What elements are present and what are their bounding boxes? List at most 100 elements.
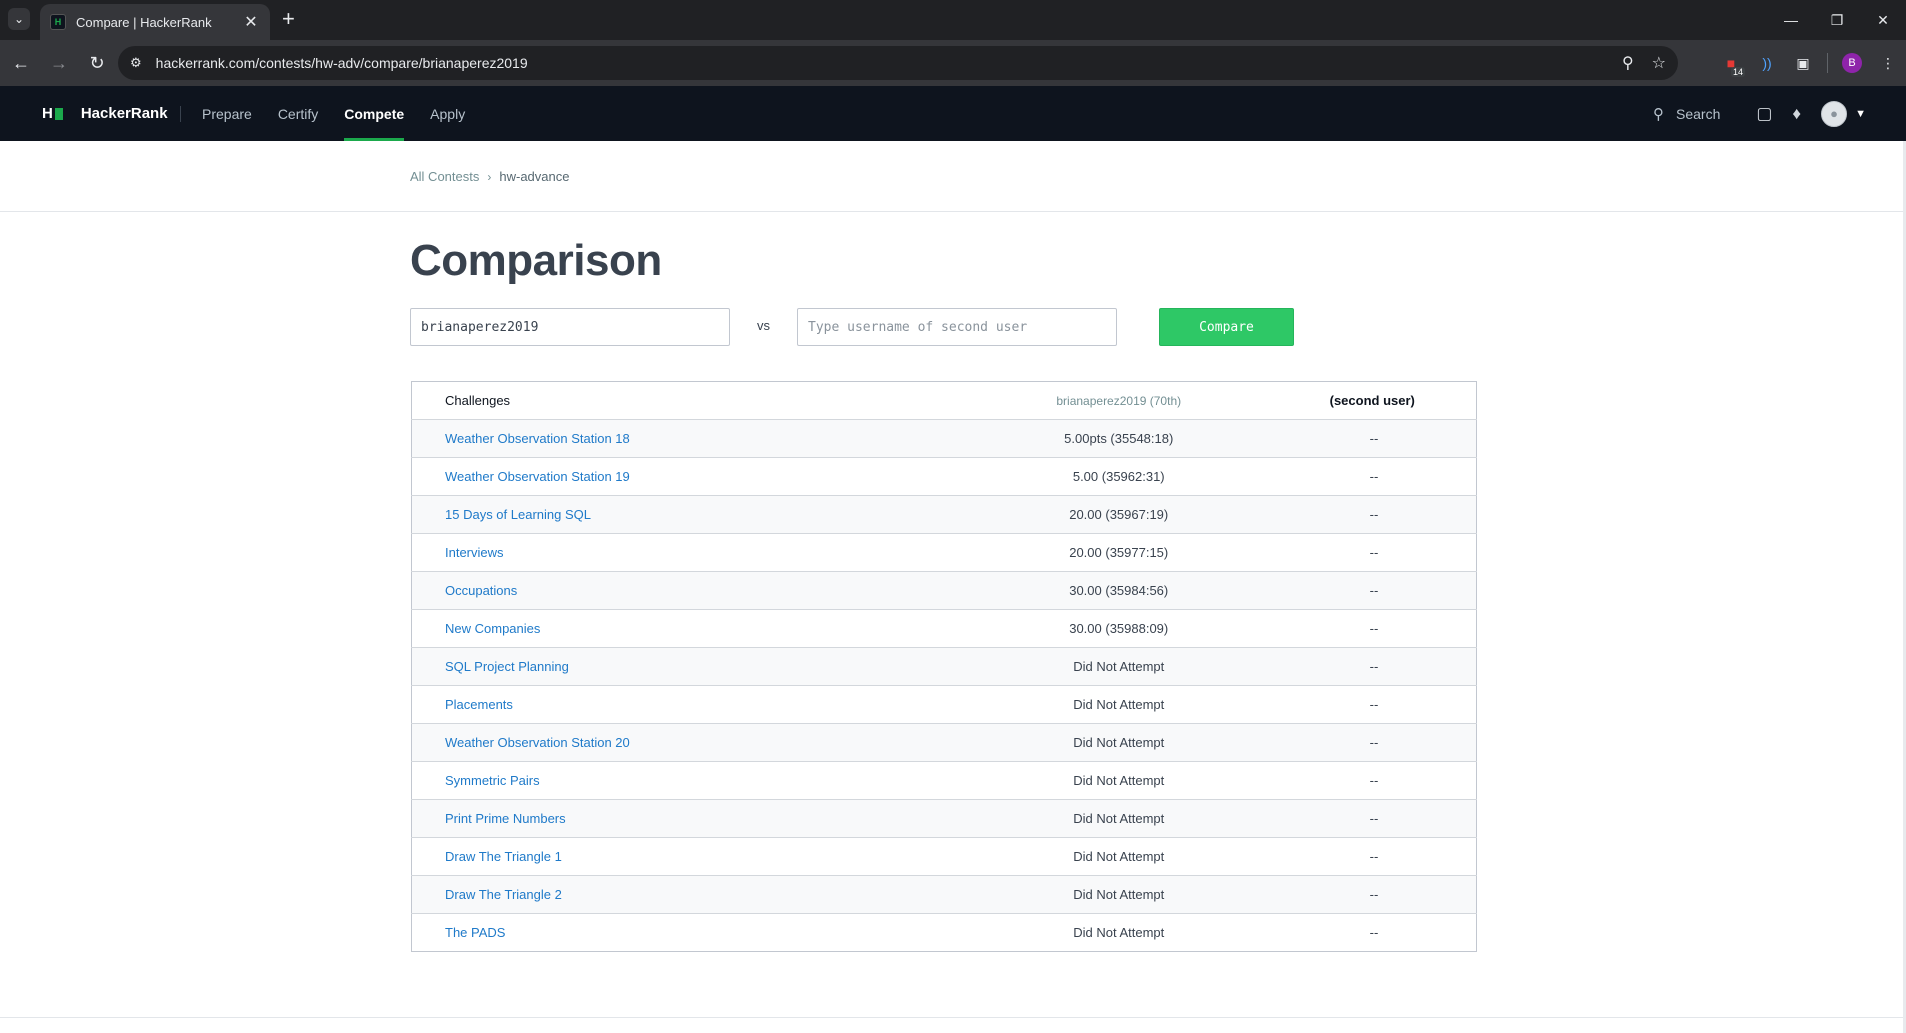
reload-icon[interactable]: ↻	[80, 46, 114, 80]
user2-score: --	[1261, 609, 1477, 648]
user1-score: Did Not Attempt	[975, 913, 1262, 952]
user2-score: --	[1261, 571, 1477, 610]
url-text[interactable]: hackerrank.com/contests/hw-adv/compare/b…	[156, 55, 1604, 71]
user2-score: --	[1261, 457, 1477, 496]
compare-form: vs Compare	[410, 308, 1310, 346]
user2-score: --	[1261, 533, 1477, 572]
user2-score: --	[1261, 419, 1477, 458]
tab-title: Compare | HackerRank	[76, 14, 212, 30]
user-avatar[interactable]: ●	[1821, 100, 1848, 127]
challenge-link[interactable]: 15 Days of Learning SQL	[411, 495, 976, 534]
nav-divider	[180, 106, 181, 122]
minimize-icon[interactable]: —	[1768, 0, 1814, 40]
forward-arrow-icon[interactable]: →	[42, 46, 76, 80]
browser-menu-icon[interactable]: ⋮	[1870, 45, 1906, 81]
challenge-link[interactable]: SQL Project Planning	[411, 647, 976, 686]
breadcrumb-current[interactable]: hw-advance	[499, 169, 569, 184]
zoom-icon[interactable]: ⚲	[1622, 53, 1634, 73]
brand-name: HackerRank	[80, 105, 168, 122]
notifications-bell-icon[interactable]: ♦	[1792, 104, 1801, 124]
extensions-puzzle-icon[interactable]: ▣	[1785, 45, 1821, 81]
hackerrank-favicon-icon: H	[50, 14, 66, 30]
restore-icon[interactable]: ❐	[1814, 0, 1860, 40]
challenge-link[interactable]: New Companies	[411, 609, 976, 648]
table-header-row: Challenges brianaperez2019 (70th) (secon…	[411, 381, 1477, 420]
header-user2: (second user)	[1261, 381, 1477, 420]
browser-tab-bar: ⌄ H Compare | HackerRank ✕ + — ❐ ✕	[0, 0, 1906, 40]
user1-score: Did Not Attempt	[975, 837, 1262, 876]
chevron-right-icon: ›	[487, 169, 492, 184]
user1-score: Did Not Attempt	[975, 875, 1262, 914]
user1-score: 5.00 (35962:31)	[975, 457, 1262, 496]
challenge-link[interactable]: The PADS	[411, 913, 976, 952]
challenge-link[interactable]: Weather Observation Station 19	[411, 457, 976, 496]
nav-search[interactable]: ⚲ Search	[1653, 105, 1720, 123]
challenge-link[interactable]: Placements	[411, 685, 976, 724]
nav-link-certify[interactable]: Certify	[278, 86, 318, 141]
breadcrumb: All Contests › hw-advance	[410, 169, 569, 184]
address-bar[interactable]: ⚙ hackerrank.com/contests/hw-adv/compare…	[118, 46, 1678, 80]
breadcrumb-bar: All Contests › hw-advance	[0, 141, 1906, 212]
tab-search-chevron-icon[interactable]: ⌄	[8, 8, 30, 30]
hackerrank-nav: H HackerRank Prepare Certify Compete App…	[0, 86, 1906, 141]
challenge-link[interactable]: Interviews	[411, 533, 976, 572]
user2-score: --	[1261, 685, 1477, 724]
table-row: Placements Did Not Attempt --	[411, 685, 1477, 724]
header-user1: brianaperez2019 (70th)	[975, 381, 1262, 420]
table-row: The PADS Did Not Attempt --	[411, 913, 1477, 952]
new-tab-plus-icon[interactable]: +	[282, 8, 295, 30]
table-row: Weather Observation Station 18 5.00pts (3…	[411, 419, 1477, 458]
table-row: Occupations 30.00 (35984:56) --	[411, 571, 1477, 610]
challenge-link[interactable]: Symmetric Pairs	[411, 761, 976, 800]
nav-right: ⚲ Search ▢ ♦ ● ▼	[1653, 86, 1866, 141]
table-row: SQL Project Planning Did Not Attempt --	[411, 647, 1477, 686]
back-arrow-icon[interactable]: ←	[4, 46, 38, 80]
close-window-icon[interactable]: ✕	[1860, 0, 1906, 40]
compare-button[interactable]: Compare	[1159, 308, 1294, 346]
table-row: Draw The Triangle 2 Did Not Attempt --	[411, 875, 1477, 914]
challenge-link[interactable]: Print Prime Numbers	[411, 799, 976, 838]
first-user-input[interactable]	[410, 308, 730, 346]
extensions-area: ■ 14 )) ▣ B ⋮	[1713, 40, 1906, 86]
user2-score: --	[1261, 913, 1477, 952]
challenge-link[interactable]: Weather Observation Station 20	[411, 723, 976, 762]
chevron-down-icon[interactable]: ▼	[1855, 108, 1866, 120]
hackerrank-logo[interactable]: H HackerRank	[42, 86, 168, 141]
challenge-link[interactable]: Draw The Triangle 1	[411, 837, 976, 876]
messages-icon[interactable]: ▢	[1756, 104, 1772, 124]
extension-audio-icon[interactable]: ))	[1749, 45, 1785, 81]
user2-score: --	[1261, 875, 1477, 914]
bookmark-star-icon[interactable]: ☆	[1652, 53, 1666, 73]
comparison-table: Challenges brianaperez2019 (70th) (secon…	[411, 381, 1477, 952]
header-challenges: Challenges	[411, 381, 976, 420]
site-info-icon[interactable]: ⚙	[130, 55, 142, 71]
user2-score: --	[1261, 647, 1477, 686]
challenge-link[interactable]: Occupations	[411, 571, 976, 610]
profile-button[interactable]: B	[1834, 45, 1870, 81]
table-row: Symmetric Pairs Did Not Attempt --	[411, 761, 1477, 800]
tab-close-icon[interactable]: ✕	[242, 12, 260, 32]
vs-label: vs	[757, 318, 770, 333]
browser-toolbar: ← → ↻ ⚙ hackerrank.com/contests/hw-adv/c…	[0, 40, 1906, 86]
extension-red-icon[interactable]: ■ 14	[1713, 45, 1749, 81]
challenge-link[interactable]: Draw The Triangle 2	[411, 875, 976, 914]
table-row: Weather Observation Station 19 5.00 (3596…	[411, 457, 1477, 496]
challenge-link[interactable]: Weather Observation Station 18	[411, 419, 976, 458]
user1-score: Did Not Attempt	[975, 723, 1262, 762]
extension-badge: 14	[1730, 67, 1745, 77]
breadcrumb-all-contests[interactable]: All Contests	[410, 169, 479, 184]
nav-link-compete[interactable]: Compete	[344, 86, 405, 141]
user1-score: Did Not Attempt	[975, 799, 1262, 838]
browser-tab[interactable]: H Compare | HackerRank ✕	[40, 4, 270, 40]
window-controls: — ❐ ✕	[1768, 0, 1906, 40]
user2-score: --	[1261, 837, 1477, 876]
table-row: 15 Days of Learning SQL 20.00 (35967:19) -…	[411, 495, 1477, 534]
search-icon: ⚲	[1653, 105, 1664, 123]
table-row: Weather Observation Station 20 Did Not At…	[411, 723, 1477, 762]
nav-link-prepare[interactable]: Prepare	[202, 86, 252, 141]
nav-link-apply[interactable]: Apply	[430, 86, 465, 141]
table-row: New Companies 30.00 (35988:09) --	[411, 609, 1477, 648]
user1-score: 5.00pts (35548:18)	[975, 419, 1262, 458]
table-body: Weather Observation Station 18 5.00pts (3…	[411, 419, 1477, 952]
second-user-input[interactable]	[797, 308, 1117, 346]
